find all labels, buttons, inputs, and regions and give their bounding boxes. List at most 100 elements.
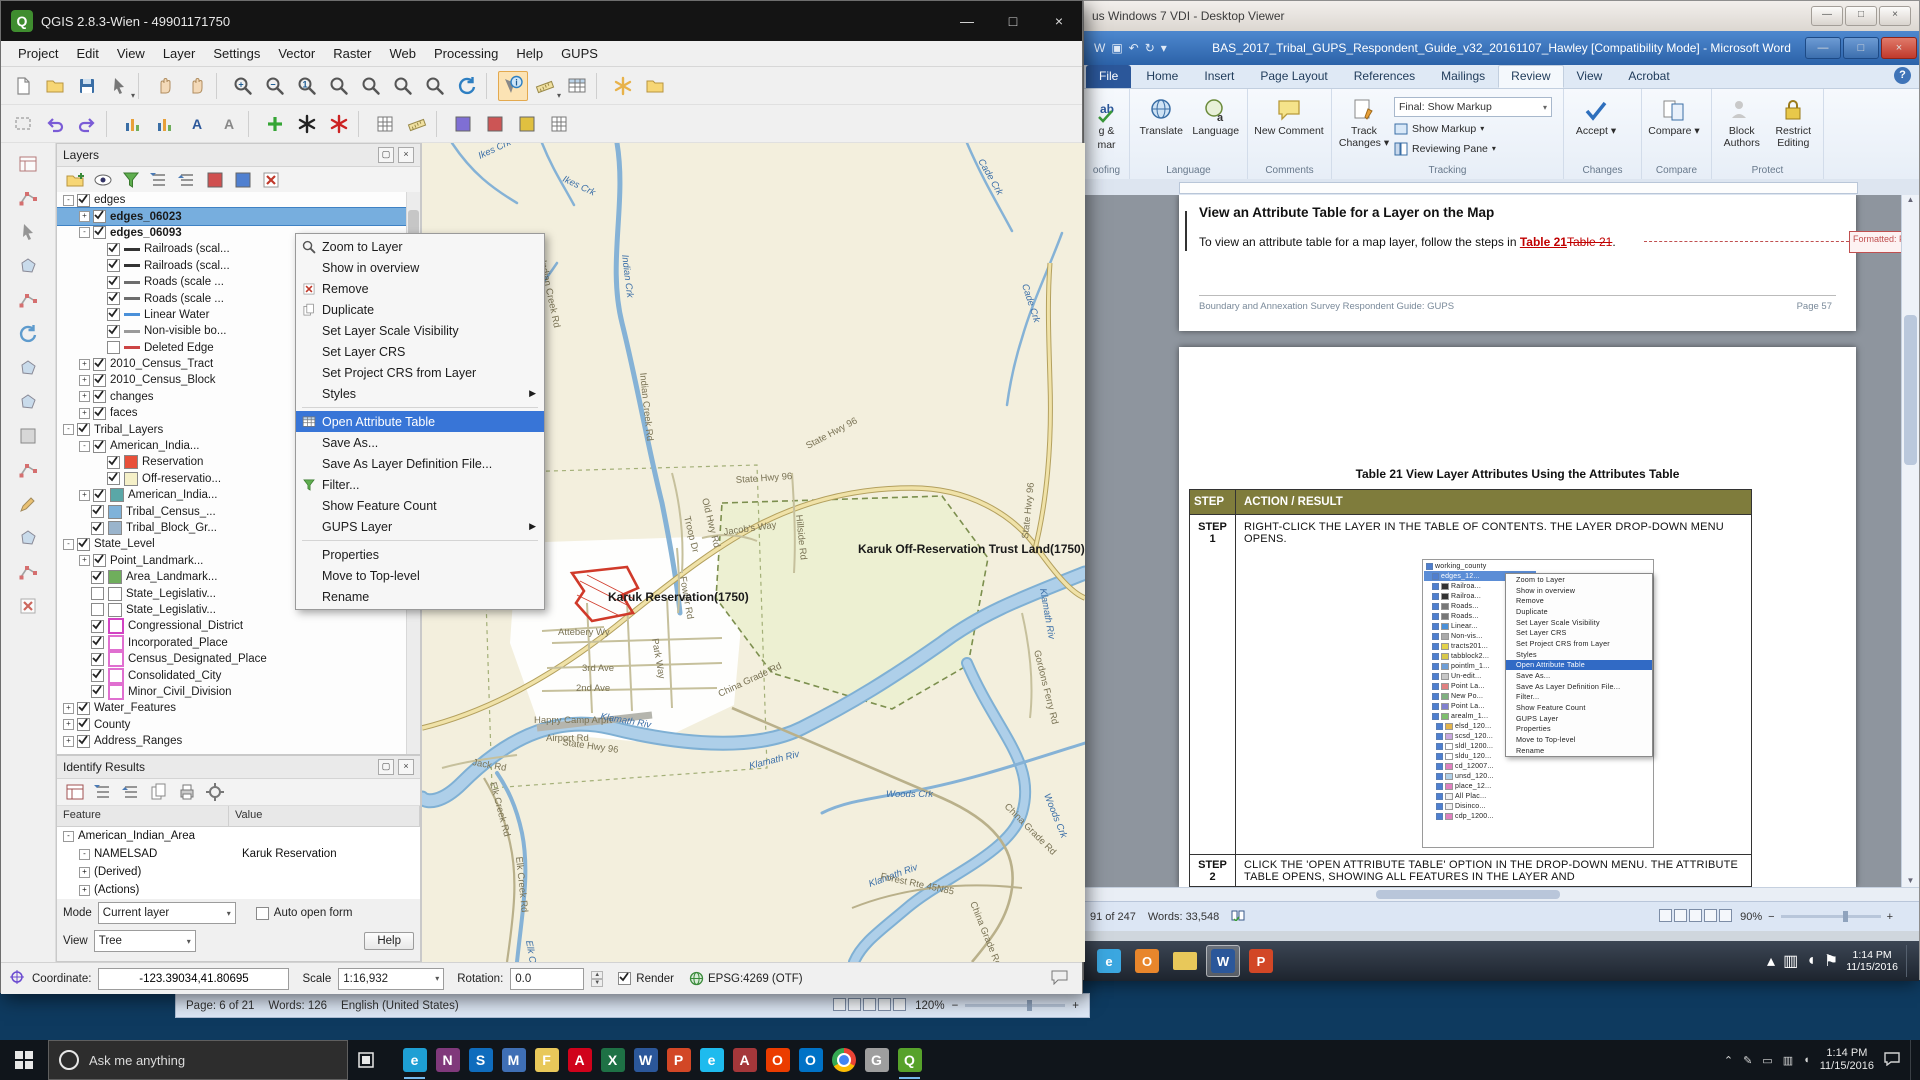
rotation-spinner[interactable]: 0.0: [510, 968, 584, 990]
word-view-buttons[interactable]: [1659, 909, 1734, 925]
delete-part-icon[interactable]: [13, 591, 43, 621]
word-vertical-scrollbar[interactable]: ▲ ▼: [1901, 195, 1919, 887]
vdi-taskbar-office-icon[interactable]: O: [1130, 945, 1164, 977]
layer-visibility-checkbox[interactable]: [77, 718, 90, 731]
messages-icon[interactable]: [1051, 970, 1068, 988]
tree-expander-icon[interactable]: +: [79, 211, 90, 222]
vdi-taskbar-word-icon[interactable]: W: [1206, 945, 1240, 977]
tray-show-hidden-icon[interactable]: ⌃: [1724, 1054, 1733, 1067]
layer-visibility-checkbox[interactable]: [77, 702, 90, 715]
tree-expander-icon[interactable]: -: [79, 227, 90, 238]
layer-visibility-checkbox[interactable]: [77, 194, 90, 207]
word-zoom-out[interactable]: −: [1768, 911, 1774, 923]
layer-visibility-checkbox[interactable]: [107, 456, 120, 469]
tab-acrobat[interactable]: Acrobat: [1615, 65, 1682, 88]
merge-features-icon[interactable]: [13, 523, 43, 553]
context-menu-item-show-in-overview[interactable]: Show in overview: [296, 257, 544, 278]
layer-visibility-checkbox[interactable]: [93, 358, 106, 371]
taskbar-onenote-icon[interactable]: N: [431, 1040, 464, 1080]
taskbar-word-icon[interactable]: W: [629, 1040, 662, 1080]
taskbar-internet-explorer-icon[interactable]: e: [695, 1040, 728, 1080]
simplify-feature-icon[interactable]: [13, 353, 43, 383]
proofing-status-icon[interactable]: [1231, 909, 1245, 924]
menu-raster[interactable]: Raster: [324, 43, 380, 64]
doc-crossref-link[interactable]: Table 21: [1520, 235, 1567, 249]
layer-visibility-checkbox[interactable]: [107, 243, 120, 256]
taskbar-edge-icon[interactable]: e: [398, 1040, 431, 1080]
word-word-count[interactable]: Words: 33,548: [1148, 911, 1219, 923]
vertex-tool-red-icon[interactable]: [324, 109, 354, 139]
tree-expander-icon[interactable]: +: [63, 736, 74, 747]
layer-visibility-checkbox[interactable]: [77, 735, 90, 748]
tab-home[interactable]: Home: [1133, 65, 1191, 88]
expand-all-icon[interactable]: [146, 167, 172, 193]
layer-visibility-checkbox[interactable]: [93, 407, 106, 420]
gups-yellow-icon[interactable]: [512, 109, 542, 139]
track-changes-button[interactable]: TrackChanges ▾: [1338, 95, 1390, 149]
vdi-titlebar[interactable]: us Windows 7 VDI - Desktop Viewer — □ ×: [1084, 1, 1919, 32]
auto-open-form-checkbox[interactable]: [256, 907, 269, 920]
block-authors-button[interactable]: BlockAuthors: [1718, 95, 1766, 149]
tray-pen-icon[interactable]: ✎: [1743, 1054, 1752, 1067]
language-button[interactable]: a Language: [1191, 95, 1242, 137]
identify-mode-combo[interactable]: Current layer▾: [98, 902, 236, 924]
tab-view[interactable]: View: [1564, 65, 1616, 88]
layer-visibility-checkbox[interactable]: [107, 341, 120, 354]
layer-visibility-checkbox[interactable]: [93, 210, 106, 223]
context-menu-item-set-layer-scale-visibility[interactable]: Set Layer Scale Visibility: [296, 320, 544, 341]
layer-visibility-checkbox[interactable]: [93, 226, 106, 239]
zoom-in-icon[interactable]: +: [228, 71, 258, 101]
menu-view[interactable]: View: [108, 43, 154, 64]
layer-tree-item[interactable]: Incorporated_Place: [57, 635, 407, 651]
vdi-clock[interactable]: 1:14 PM11/15/2016: [1846, 949, 1898, 973]
show-markup-button[interactable]: Show Markup▾: [1394, 120, 1552, 137]
layer-visibility-checkbox[interactable]: [91, 685, 104, 698]
context-menu-item-rename[interactable]: Rename: [296, 586, 544, 607]
reshape-icon[interactable]: [13, 557, 43, 587]
layer-visibility-checkbox[interactable]: [107, 259, 120, 272]
vdi-taskbar-ie-icon[interactable]: e: [1092, 945, 1126, 977]
identify-view-combo[interactable]: Tree▾: [94, 930, 196, 952]
collapse-all-icon[interactable]: [174, 167, 200, 193]
identify-panel-titlebar[interactable]: Identify Results ▢ ×: [57, 756, 420, 779]
legend-blue-icon[interactable]: [230, 167, 256, 193]
refresh-icon[interactable]: [452, 71, 482, 101]
taskbar-settings-icon[interactable]: G: [860, 1040, 893, 1080]
form-view-icon[interactable]: [62, 779, 88, 805]
accept-button[interactable]: Accept ▾: [1570, 95, 1622, 137]
bg-word-zoom-slider[interactable]: [965, 1004, 1065, 1007]
gups-red-icon[interactable]: [480, 109, 510, 139]
layer-visibility-checkbox[interactable]: [107, 292, 120, 305]
taskbar-chrome-icon[interactable]: [827, 1040, 860, 1080]
menu-gups[interactable]: GUPS: [552, 43, 607, 64]
identify-panel-close-button[interactable]: ×: [398, 759, 414, 775]
bg-word-zoom-out[interactable]: −: [952, 1000, 959, 1012]
context-menu-item-duplicate[interactable]: Duplicate: [296, 299, 544, 320]
rotate-feature-icon[interactable]: [13, 319, 43, 349]
legend-red-icon[interactable]: [202, 167, 228, 193]
task-view-button[interactable]: [348, 1040, 384, 1080]
tray-volume-icon[interactable]: ◖: [1803, 1054, 1810, 1066]
layers-panel-close-button[interactable]: ×: [398, 147, 414, 163]
context-menu-item-set-project-crs-from-layer[interactable]: Set Project CRS from Layer: [296, 362, 544, 383]
compare-button[interactable]: Compare ▾: [1648, 95, 1700, 137]
tab-mailings[interactable]: Mailings: [1428, 65, 1498, 88]
identify-row[interactable]: -NAMELSADKaruk Reservation: [57, 845, 420, 863]
identify-icon[interactable]: i: [498, 71, 528, 101]
coordinate-capture-icon[interactable]: [9, 969, 25, 988]
identify-settings-icon[interactable]: [202, 779, 228, 805]
scale-combo[interactable]: 1:16,932▾: [338, 968, 444, 990]
show-desktop-button[interactable]: [1910, 1040, 1916, 1080]
pan-map-icon[interactable]: [182, 71, 212, 101]
reviewing-pane-button[interactable]: Reviewing Pane▾: [1394, 140, 1552, 157]
layer-visibility-checkbox[interactable]: [93, 374, 106, 387]
tree-expander-icon[interactable]: +: [63, 703, 74, 714]
bg-word-language[interactable]: English (United States): [341, 1000, 459, 1012]
measure-icon[interactable]: ▾: [530, 71, 560, 101]
display-for-review-combo[interactable]: Final: Show Markup▾: [1394, 97, 1552, 117]
filter-legend-icon[interactable]: [118, 167, 144, 193]
qgis-close-button[interactable]: ×: [1036, 1, 1082, 41]
word-zoom-value[interactable]: 90%: [1740, 911, 1762, 923]
vdi-tray-customize-icon[interactable]: ▴: [1767, 951, 1775, 971]
vdi-tray-network-icon[interactable]: ▥: [1783, 951, 1798, 971]
